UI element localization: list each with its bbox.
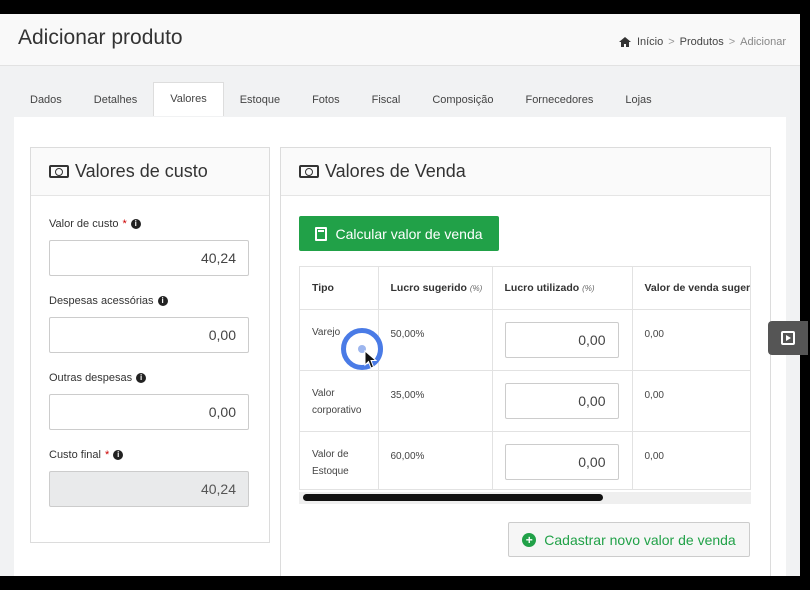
money-icon — [299, 165, 319, 178]
valor-custo-label: Valor de custo * i — [49, 218, 141, 230]
info-icon[interactable]: i — [113, 450, 124, 460]
tab-detalhes[interactable]: Detalhes — [78, 84, 153, 116]
despesas-acessorias-label-text: Despesas acessórias — [49, 295, 154, 307]
cadastrar-valor-venda-label: Cadastrar novo valor de venda — [544, 531, 736, 548]
tab-valores[interactable]: Valores — [153, 82, 224, 116]
breadcrumb: Início > Produtos > Adicionar — [618, 36, 786, 48]
valores-venda-table: Tipo Lucro sugerido (%) Lucro utilizado … — [300, 267, 750, 489]
cell-valor-venda: 0,00 — [632, 431, 750, 489]
table-row: Valor corporativo 35,00% 0,00 0,00 — [300, 370, 750, 432]
required-mark: * — [122, 218, 127, 230]
tab-fotos[interactable]: Fotos — [296, 84, 356, 116]
tab-bar: Dados Detalhes Valores Estoque Fotos Fis… — [14, 82, 668, 116]
col-lucro-sugerido: Lucro sugerido (%) — [378, 267, 493, 310]
scrollbar-thumb[interactable] — [303, 494, 603, 501]
cell-tipo: Valor de Estoque — [300, 431, 379, 489]
side-play-button[interactable] — [768, 321, 808, 355]
cell-lucro-utilizado: 0,00 — [492, 431, 633, 489]
cell-valor-venda: 0,00 — [632, 309, 750, 371]
col-valor-venda: Valor de venda sugeri — [632, 267, 750, 310]
home-icon — [618, 37, 631, 47]
tab-estoque[interactable]: Estoque — [224, 84, 296, 116]
custo-panel-title: Valores de custo — [75, 161, 208, 181]
cell-lucro-sugerido: 35,00% — [378, 370, 493, 432]
venda-panel-title: Valores de Venda — [325, 161, 466, 181]
lucro-utilizado-input[interactable]: 0,00 — [504, 321, 619, 358]
tab-content: Valores de custo Valor de custo * i 40,2… — [14, 117, 786, 576]
cadastrar-valor-venda-button[interactable]: + Cadastrar novo valor de venda — [508, 522, 750, 557]
calcular-valor-button[interactable]: Calcular valor de venda — [299, 216, 499, 251]
info-icon[interactable]: i — [157, 296, 168, 306]
lucro-utilizado-input[interactable]: 0,00 — [504, 443, 619, 480]
cell-lucro-utilizado: 0,00 — [492, 309, 633, 371]
cell-valor-venda: 0,00 — [632, 370, 750, 432]
despesas-acessorias-input[interactable]: 0,00 — [49, 317, 249, 353]
page-title: Adicionar produto — [18, 26, 183, 49]
page-header: Adicionar produto Início > Produtos > Ad… — [0, 14, 800, 66]
col-tipo: Tipo — [300, 267, 379, 310]
mouse-cursor-icon — [364, 350, 378, 369]
cell-lucro-sugerido: 60,00% — [378, 431, 493, 489]
breadcrumb-separator: > — [668, 36, 675, 48]
plus-circle-icon: + — [522, 532, 537, 547]
table-horizontal-scrollbar[interactable] — [299, 492, 751, 504]
tab-dados[interactable]: Dados — [14, 84, 78, 116]
breadcrumb-produtos[interactable]: Produtos — [680, 36, 724, 48]
custo-final-input: 40,24 — [49, 471, 249, 507]
app-viewport: Adicionar produto Início > Produtos > Ad… — [0, 14, 800, 576]
money-icon — [49, 165, 69, 178]
outras-despesas-input[interactable]: 0,00 — [49, 394, 249, 430]
tab-fornecedores[interactable]: Fornecedores — [509, 84, 609, 116]
custo-final-label: Custo final * i — [49, 449, 124, 461]
table-row: Valor de Estoque 60,00% 0,00 0,00 — [300, 431, 750, 489]
calcular-valor-label: Calcular valor de venda — [335, 225, 483, 242]
valores-venda-table-wrap: Tipo Lucro sugerido (%) Lucro utilizado … — [299, 266, 751, 490]
custo-final-label-text: Custo final — [49, 449, 101, 461]
breadcrumb-home[interactable]: Início — [637, 36, 663, 48]
breadcrumb-separator: > — [728, 36, 736, 48]
cell-lucro-utilizado: 0,00 — [492, 370, 633, 432]
custo-panel: Valores de custo Valor de custo * i 40,2… — [30, 147, 270, 543]
play-icon — [781, 331, 795, 345]
info-icon[interactable]: i — [130, 219, 141, 229]
tab-lojas[interactable]: Lojas — [609, 84, 667, 116]
outras-despesas-label-text: Outras despesas — [49, 372, 133, 384]
custo-panel-header: Valores de custo — [31, 148, 269, 196]
calculator-icon — [315, 226, 328, 241]
valor-custo-input[interactable]: 40,24 — [49, 240, 249, 276]
venda-panel-header: Valores de Venda — [281, 148, 770, 196]
tab-composicao[interactable]: Composição — [416, 84, 509, 116]
table-header-row: Tipo Lucro sugerido (%) Lucro utilizado … — [300, 267, 750, 310]
breadcrumb-current: Adicionar — [740, 36, 786, 48]
outras-despesas-label: Outras despesas i — [49, 372, 147, 384]
valor-custo-label-text: Valor de custo — [49, 218, 119, 230]
col-lucro-utilizado: Lucro utilizado (%) — [492, 267, 633, 310]
lucro-utilizado-input[interactable]: 0,00 — [504, 382, 619, 419]
cell-tipo: Valor corporativo — [300, 370, 379, 432]
despesas-acessorias-label: Despesas acessórias i — [49, 295, 168, 307]
tab-fiscal[interactable]: Fiscal — [356, 84, 417, 116]
info-icon[interactable]: i — [136, 373, 147, 383]
required-mark: * — [104, 449, 110, 461]
cell-lucro-sugerido: 50,00% — [378, 309, 493, 371]
